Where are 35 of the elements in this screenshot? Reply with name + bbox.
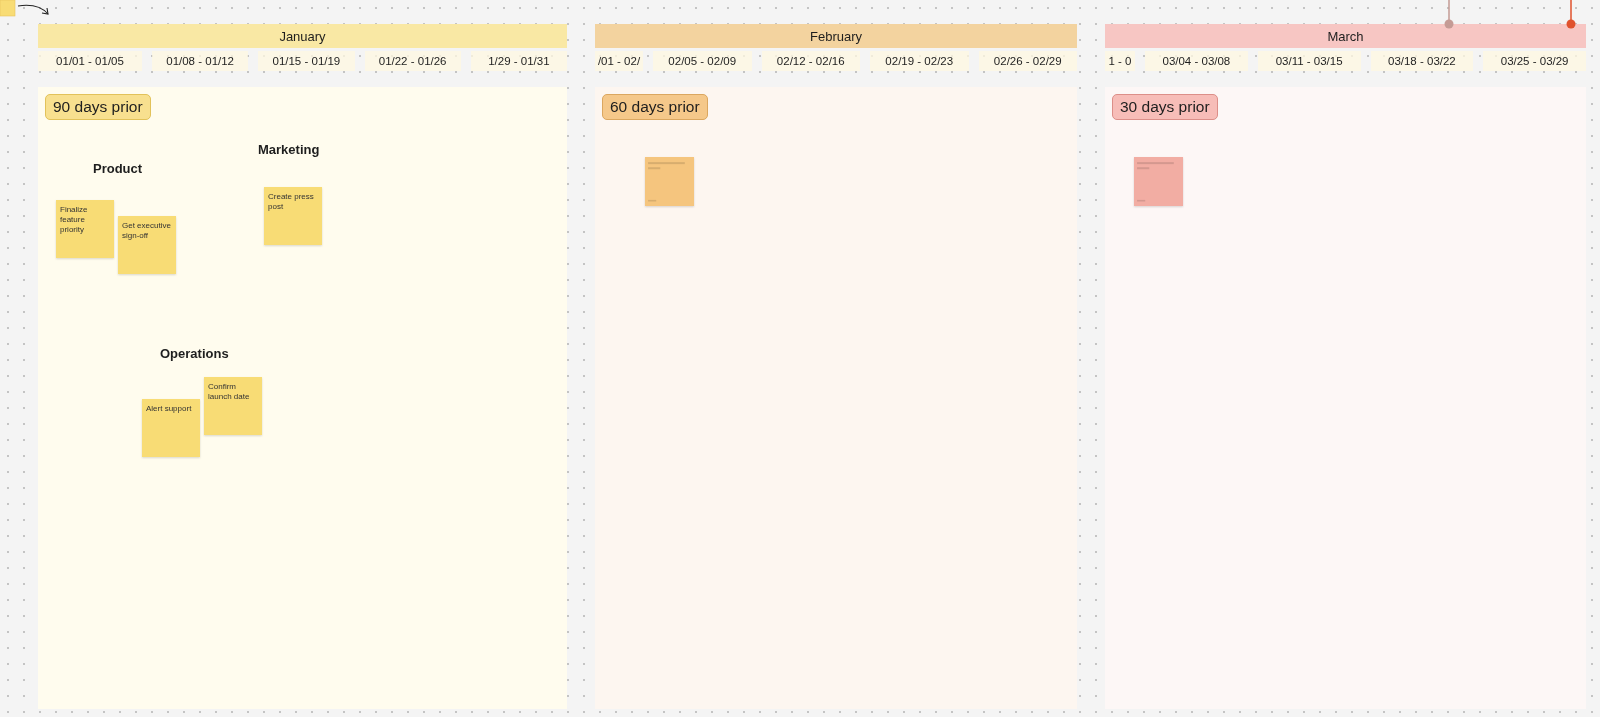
- week-range: 02/05 - 02/09: [653, 51, 752, 71]
- week-range: 02/26 - 02/29: [978, 51, 1077, 71]
- week-range: 03/11 - 03/15: [1257, 51, 1361, 71]
- week-range: 02/12 - 02/16: [761, 51, 860, 71]
- sticky-note[interactable]: Confirm launch date: [204, 377, 262, 435]
- group-title: Operations: [160, 346, 229, 361]
- phase-badge: 90 days prior: [45, 94, 151, 120]
- sticky-note[interactable]: Alert support: [142, 399, 200, 457]
- connector-line: [1444, 0, 1454, 30]
- week-range: 01/22 - 01/26: [364, 51, 461, 71]
- sticky-note-fragment: [0, 0, 16, 17]
- group-title: Product: [93, 161, 143, 176]
- group-title: Marketing: [258, 142, 320, 157]
- phase-badge: 60 days prior: [602, 94, 708, 120]
- sticky-note[interactable]: [1134, 157, 1183, 206]
- week-range: 01/08 - 01/12: [152, 51, 249, 71]
- week-range: 03/25 - 03/29: [1483, 51, 1586, 71]
- week-range: 1/29 - 01/31: [470, 51, 567, 71]
- sticky-note[interactable]: [645, 157, 694, 206]
- month-header: March: [1105, 24, 1586, 48]
- sticky-note[interactable]: Finalize feature priority: [56, 200, 114, 258]
- connector-line: [1566, 0, 1576, 30]
- arrow-connector: [17, 3, 51, 17]
- sticky-note[interactable]: Create press post: [264, 187, 322, 245]
- week-range: /01 - 02/: [595, 51, 643, 71]
- week-range: 01/15 - 01/19: [258, 51, 355, 71]
- sticky-note[interactable]: Get executive sign-off: [118, 216, 176, 274]
- month-header: January: [38, 24, 567, 48]
- week-range: 03/04 - 03/08: [1145, 51, 1248, 71]
- week-range: 02/19 - 02/23: [870, 51, 969, 71]
- month-header: February: [595, 24, 1077, 48]
- week-range: 01/01 - 01/05: [38, 51, 142, 71]
- week-range: 03/18 - 03/22: [1370, 51, 1474, 71]
- phase-badge: 30 days prior: [1112, 94, 1218, 120]
- week-range: 1 - 0: [1105, 51, 1135, 71]
